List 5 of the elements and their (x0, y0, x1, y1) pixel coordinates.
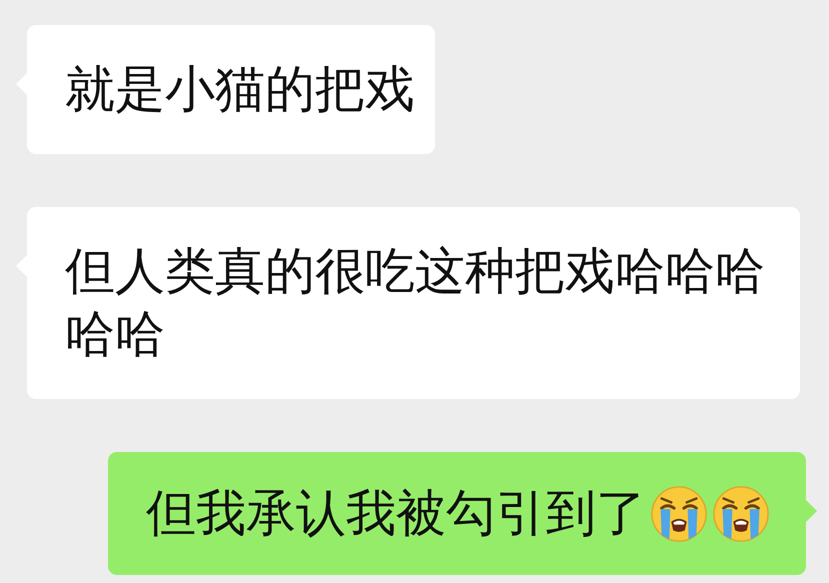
message-text: 但人类真的很吃这种把戏哈哈哈哈哈 (65, 241, 766, 365)
message-text: 但我承认我被勾引到了 (146, 483, 646, 544)
crying-face-icon (650, 484, 708, 542)
crying-face-icon (712, 484, 770, 542)
message-text: 就是小猫的把戏 (65, 59, 415, 120)
